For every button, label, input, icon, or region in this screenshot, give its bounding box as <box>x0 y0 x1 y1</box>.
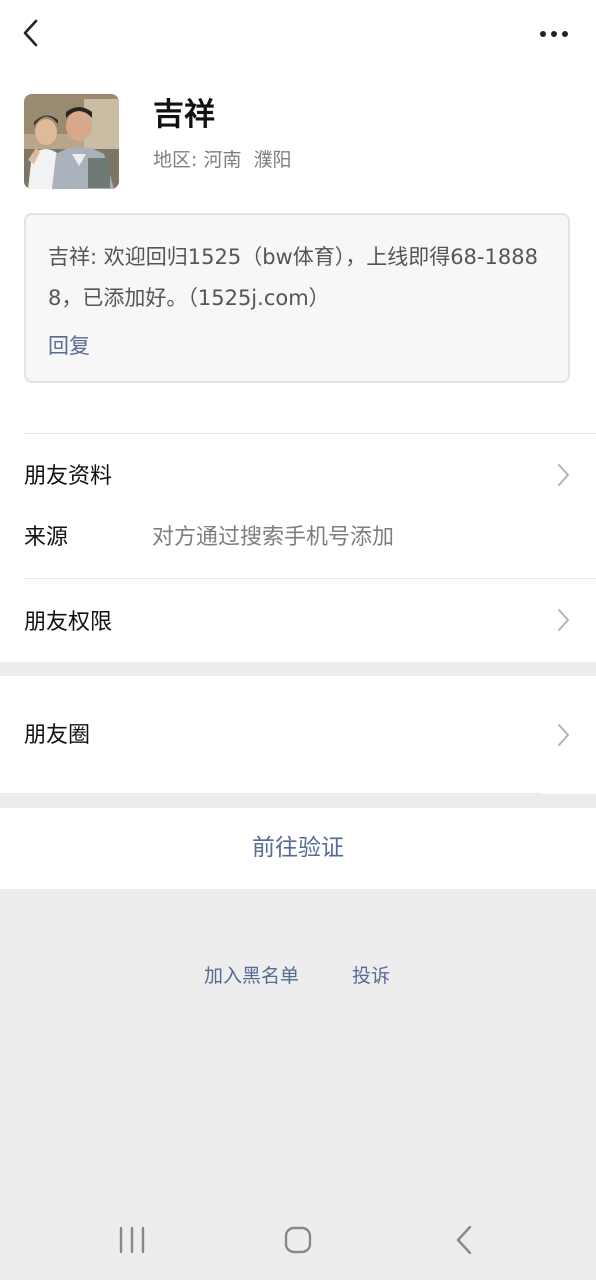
region-info: 地区: 河南 濮阳 <box>153 146 292 174</box>
region-value: 河南 濮阳 <box>203 149 292 171</box>
home-icon <box>284 1226 312 1254</box>
profile-section: 吉祥 地区: 河南 濮阳 吉祥: 欢迎回归1525（bw体育），上线即得68-1… <box>0 0 596 662</box>
friend-info-row[interactable]: 朋友资料 <box>0 442 596 510</box>
system-back-button[interactable] <box>444 1224 484 1256</box>
divider <box>0 793 542 794</box>
greeting-message-box: 吉祥: 欢迎回归1525（bw体育），上线即得68-18888，已添加好。（15… <box>24 213 570 383</box>
home-button[interactable] <box>278 1224 318 1256</box>
friend-permissions-label: 朋友权限 <box>24 610 113 635</box>
contact-name: 吉祥 <box>153 97 215 133</box>
source-value: 对方通过搜索手机号添加 <box>152 525 395 550</box>
greeting-message-text: 吉祥: 欢迎回归1525（bw体育），上线即得68-18888，已添加好。（15… <box>48 245 538 310</box>
avatar-photo <box>24 94 119 189</box>
moments-row[interactable]: 朋友圈 <box>0 676 596 794</box>
divider <box>24 433 596 434</box>
avatar[interactable] <box>24 94 119 189</box>
moments-label: 朋友圈 <box>24 723 91 748</box>
friend-info-label: 朋友资料 <box>24 464 113 489</box>
verify-section: 前往验证 <box>0 808 596 889</box>
recent-apps-icon <box>119 1226 145 1254</box>
chevron-right-icon <box>558 609 569 631</box>
divider <box>24 578 596 579</box>
reply-link[interactable]: 回复 <box>48 331 90 361</box>
source-label: 来源 <box>24 525 69 550</box>
contact-profile-page: 吉祥 地区: 河南 濮阳 吉祥: 欢迎回归1525（bw体育），上线即得68-1… <box>0 0 596 1280</box>
report-link[interactable]: 投诉 <box>352 962 390 990</box>
more-options-button[interactable] <box>530 22 580 46</box>
chevron-right-icon <box>558 724 569 746</box>
back-button[interactable] <box>14 16 48 50</box>
add-to-blacklist-link[interactable]: 加入黑名单 <box>204 962 299 990</box>
region-label: 地区: <box>153 149 198 171</box>
chevron-right-icon <box>558 464 569 486</box>
chevron-left-icon <box>456 1225 472 1255</box>
system-navigation-bar <box>0 1210 596 1270</box>
recent-apps-button[interactable] <box>112 1224 152 1256</box>
chevron-left-icon <box>23 19 38 47</box>
more-dots-icon <box>540 31 568 37</box>
go-verify-button[interactable]: 前往验证 <box>0 808 596 889</box>
friend-permissions-row[interactable]: 朋友权限 <box>0 588 596 658</box>
bottom-actions: 加入黑名单 投诉 <box>0 962 596 992</box>
